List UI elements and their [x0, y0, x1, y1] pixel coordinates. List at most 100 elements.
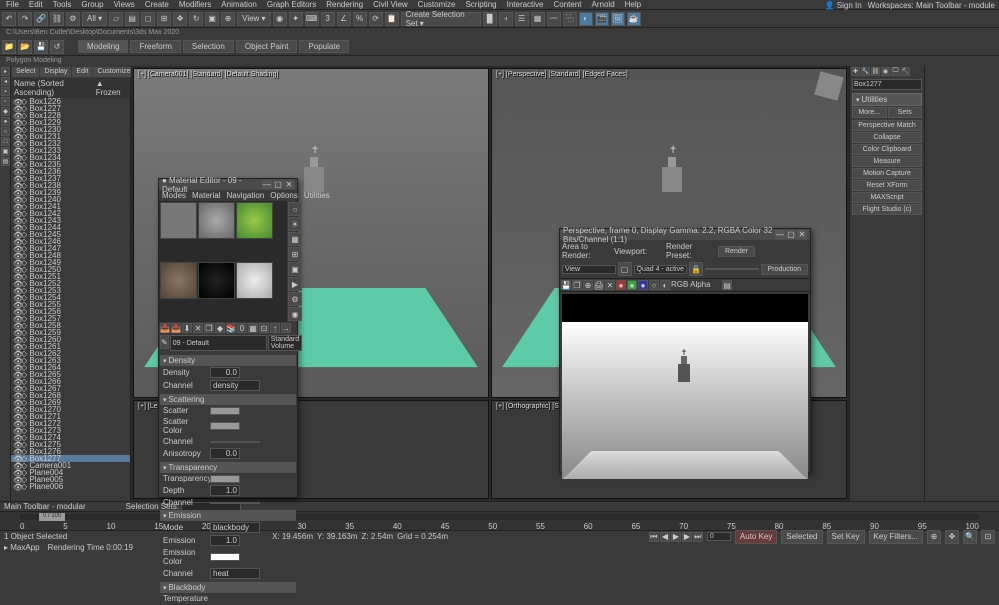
curve-editor[interactable]: 〰 [547, 12, 561, 26]
util-motion-capture[interactable]: Motion Capture [852, 168, 922, 179]
material-slot[interactable] [198, 262, 235, 299]
material-slot[interactable] [236, 262, 273, 299]
snap-toggle[interactable]: 3 [321, 12, 335, 26]
maximize-icon[interactable]: ▢ [786, 230, 796, 239]
scale-button[interactable]: ▣ [205, 12, 219, 26]
dock-icon[interactable]: ▣ [1, 147, 10, 156]
render-setup-button[interactable]: 🎬 [595, 12, 609, 26]
util-measure[interactable]: Measure [852, 156, 922, 167]
ribbon-tab-populate[interactable]: Populate [299, 40, 349, 53]
layers-button[interactable]: ☰ [515, 12, 529, 26]
dock-icon[interactable]: ▪ [1, 87, 10, 96]
nav-icon[interactable]: ⊕ [927, 530, 941, 544]
close-icon[interactable]: ✕ [284, 180, 294, 189]
mat-menu-options[interactable]: Options [270, 191, 298, 200]
ribbon-tab-modeling[interactable]: Modeling [78, 40, 128, 53]
ribbon-tab-selection[interactable]: Selection [183, 40, 234, 53]
keyboard-button[interactable]: ⌨ [305, 12, 319, 26]
util-perspective-match[interactable]: Perspective Match [852, 120, 922, 131]
util-color-clipboard[interactable]: Color Clipboard [852, 144, 922, 155]
material-editor-button[interactable]: ◐ [579, 12, 593, 26]
ribbon-icon2[interactable]: 📂 [18, 40, 32, 54]
workspace-label[interactable]: Workspaces: Main Toolbar - module [868, 1, 995, 10]
menu-content[interactable]: Content [554, 0, 582, 9]
mat-menu-nav[interactable]: Navigation [226, 191, 264, 200]
menu-modifiers[interactable]: Modifiers [179, 0, 211, 9]
menu-file[interactable]: File [6, 0, 19, 9]
dock-icon[interactable]: ◆ [1, 107, 10, 116]
red-channel-icon[interactable]: ● [616, 280, 626, 290]
production-button[interactable]: Production [761, 264, 808, 275]
menu-arnold[interactable]: Arnold [592, 0, 615, 9]
motion-tab-icon[interactable]: ◉ [881, 67, 890, 76]
scattering-rollout[interactable]: ▾ Scattering [160, 394, 296, 405]
preset-dropdown[interactable] [705, 268, 759, 270]
copy-image-icon[interactable]: ❐ [572, 280, 582, 290]
emission-spinner[interactable]: 1.0 [210, 535, 240, 546]
util-maxscript[interactable]: MAXScript [852, 192, 922, 203]
menu-graph[interactable]: Graph Editors [267, 0, 316, 9]
ribbon-tab-paint[interactable]: Object Paint [236, 40, 298, 53]
object-name-field[interactable] [852, 79, 922, 90]
redo-button[interactable]: ↷ [18, 12, 32, 26]
utilities-tab-icon[interactable]: 🔨 [901, 67, 910, 76]
nav-icon[interactable]: ✥ [945, 530, 959, 544]
menu-help[interactable]: Help [625, 0, 641, 9]
channel-field[interactable] [210, 502, 260, 504]
goto-end-icon[interactable]: ⏭ [693, 532, 703, 542]
depth-spinner[interactable]: 1.0 [210, 485, 240, 496]
close-icon[interactable]: ✕ [797, 230, 807, 239]
viewport-label[interactable]: [+] [Camera001] [Standard] [Default Shad… [138, 71, 278, 78]
uv-tiling-icon[interactable]: ⊞ [288, 247, 302, 261]
copy-icon[interactable]: ❐ [204, 323, 214, 333]
toggle-ribbon[interactable]: ▦ [531, 12, 545, 26]
dock-icon[interactable]: ◂ [1, 77, 10, 86]
ribbon-tab-freeform[interactable]: Freeform [130, 40, 180, 53]
scene-col-frozen[interactable]: ▲ Frozen [96, 79, 127, 97]
ref-coord-system[interactable]: View ▾ [237, 12, 270, 26]
put-to-scene-icon[interactable]: 📤 [171, 323, 181, 333]
ribbon-icon3[interactable]: 💾 [34, 40, 48, 54]
menu-group[interactable]: Group [81, 0, 103, 9]
keyfilters-button[interactable]: Key Filters... [869, 530, 923, 544]
background-icon[interactable]: ▦ [288, 232, 302, 246]
mode-dropdown[interactable]: blackbody [210, 522, 260, 533]
nav-icon[interactable]: 🔍 [963, 530, 977, 544]
channel-field[interactable]: heat [210, 568, 260, 579]
coord-y[interactable]: Y: 39.163m [317, 532, 357, 541]
print-icon[interactable]: 🖨 [594, 280, 604, 290]
select-by-mat-icon[interactable]: ◉ [288, 307, 302, 321]
material-name-field[interactable] [170, 335, 267, 351]
ribbon-icon[interactable]: 📁 [2, 40, 16, 54]
coord-z[interactable]: Z: 2.54m [361, 532, 393, 541]
scatter-color-swatch[interactable] [210, 422, 240, 430]
dock-icon[interactable]: ▫ [1, 97, 10, 106]
mat-menu-utils[interactable]: Utilities [304, 191, 330, 200]
minimize-icon[interactable]: — [262, 180, 272, 189]
scatter-swatch[interactable] [210, 407, 240, 415]
create-tab-icon[interactable]: ✚ [851, 67, 860, 76]
mat-menu-modes[interactable]: Modes [162, 191, 186, 200]
select-name-button[interactable]: ▤ [125, 12, 139, 26]
select-button[interactable]: ▱ [109, 12, 123, 26]
render-frame-button[interactable]: 🖼 [611, 12, 625, 26]
script-listener[interactable]: ▸ MaxApp [4, 543, 40, 551]
nav-icon[interactable]: ⊡ [981, 530, 995, 544]
menu-scripting[interactable]: Scripting [465, 0, 496, 9]
hierarchy-tab-icon[interactable]: ⛓ [871, 67, 880, 76]
anisotropy-spinner[interactable]: 0.0 [210, 448, 240, 459]
save-image-icon[interactable]: 💾 [561, 280, 571, 290]
render-button[interactable]: ☕ [627, 12, 641, 26]
maximize-icon[interactable]: ▢ [273, 180, 283, 189]
show-end-icon[interactable]: ⊡ [259, 323, 269, 333]
reset-icon[interactable]: ✕ [193, 323, 203, 333]
pick-icon[interactable]: ✎ [160, 335, 169, 349]
undo-button[interactable]: ↶ [2, 12, 16, 26]
area-dropdown[interactable]: View [562, 265, 616, 274]
material-slot[interactable] [236, 202, 273, 239]
schematic-view[interactable]: ⿻ [563, 12, 577, 26]
show-map-icon[interactable]: ▦ [248, 323, 258, 333]
mat-id-icon[interactable]: 0 [237, 323, 247, 333]
unlink-button[interactable]: ⛓ [50, 12, 64, 26]
channel-field[interactable]: density [210, 380, 260, 391]
